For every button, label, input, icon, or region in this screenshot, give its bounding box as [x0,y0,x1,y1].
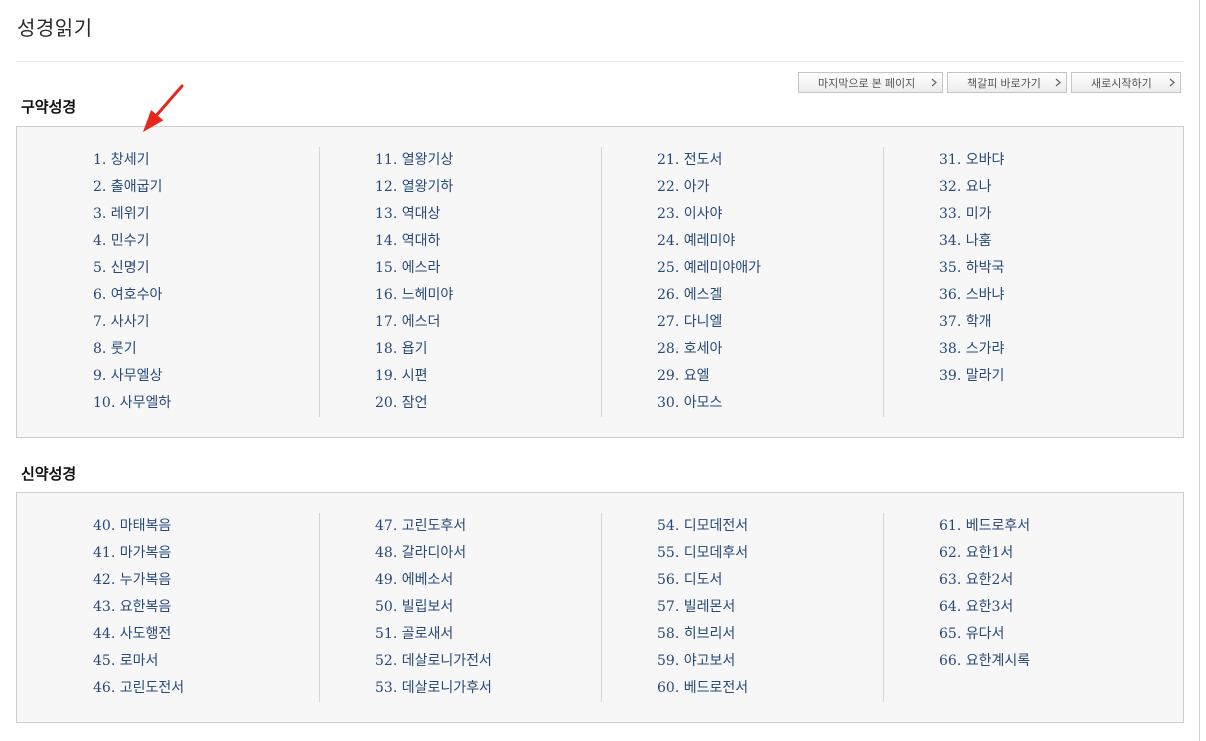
book-column: 1. 창세기 2. 출애굽기 3. 레위기 4. 민수기 5. 신명기 6. 여호수아 7.… [37,147,319,417]
book-link[interactable]: 58. 히브리서 [657,621,883,648]
button-label: 책갈피 바로가기 [967,77,1041,90]
book-link[interactable]: 37. 학개 [939,309,1165,336]
book-link[interactable]: 38. 스가랴 [939,336,1165,363]
book-link[interactable]: 36. 스바냐 [939,282,1165,309]
title-divider [16,61,1184,62]
book-link[interactable]: 5. 신명기 [93,255,319,282]
chevron-right-icon [931,78,937,87]
book-link[interactable]: 22. 아가 [657,174,883,201]
book-link[interactable]: 33. 미가 [939,201,1165,228]
book-link[interactable]: 42. 누가복음 [93,567,319,594]
restart-button[interactable]: 새로시작하기 [1071,72,1181,93]
book-link[interactable]: 54. 디모데전서 [657,513,883,540]
book-link[interactable]: 31. 오바댜 [939,147,1165,174]
book-link[interactable]: 16. 느헤미야 [375,282,601,309]
book-link[interactable]: 29. 요엘 [657,363,883,390]
book-link[interactable]: 6. 여호수아 [93,282,319,309]
book-link[interactable]: 28. 호세아 [657,336,883,363]
red-arrow-icon [143,84,184,132]
book-link[interactable]: 65. 유다서 [939,621,1165,648]
book-link[interactable]: 15. 에스라 [375,255,601,282]
book-link[interactable]: 13. 역대상 [375,201,601,228]
chevron-right-icon [1055,78,1061,87]
book-link[interactable]: 19. 시편 [375,363,601,390]
book-link[interactable]: 27. 다니엘 [657,309,883,336]
book-link[interactable]: 44. 사도행전 [93,621,319,648]
book-link[interactable]: 9. 사무엘상 [93,363,319,390]
book-link[interactable]: 3. 레위기 [93,201,319,228]
reading-toolbar: 마지막으로 본 페이지 책갈피 바로가기 새로시작하기 [798,72,1181,93]
book-link[interactable]: 10. 사무엘하 [93,390,319,417]
book-link[interactable]: 61. 베드로후서 [939,513,1165,540]
book-link[interactable]: 7. 사사기 [93,309,319,336]
book-columns: 40. 마태복음 41. 마가복음 42. 누가복음 43. 요한복음 44. 사도행전… [37,513,1183,702]
last-viewed-page-button[interactable]: 마지막으로 본 페이지 [798,72,943,93]
book-column: 61. 베드로후서 62. 요한1서 63. 요한2서 64. 요한3서 65. 유다서… [883,513,1165,702]
book-link[interactable]: 56. 디도서 [657,567,883,594]
book-link[interactable]: 12. 열왕기하 [375,174,601,201]
book-link[interactable]: 57. 빌레몬서 [657,594,883,621]
book-column: 54. 디모데전서 55. 디모데후서 56. 디도서 57. 빌레몬서 58. 히브리… [601,513,883,702]
book-link[interactable]: 26. 에스겔 [657,282,883,309]
book-link[interactable]: 40. 마태복음 [93,513,319,540]
old-testament-heading: 구약성경 [21,99,77,116]
book-link[interactable]: 2. 출애굽기 [93,174,319,201]
book-link[interactable]: 30. 아모스 [657,390,883,417]
book-link[interactable]: 4. 민수기 [93,228,319,255]
go-to-bookmark-button[interactable]: 책갈피 바로가기 [947,72,1067,93]
book-link[interactable]: 39. 말라기 [939,363,1165,390]
book-link[interactable]: 32. 요나 [939,174,1165,201]
book-link[interactable]: 14. 역대하 [375,228,601,255]
book-link[interactable]: 34. 나훔 [939,228,1165,255]
book-link[interactable]: 50. 빌립보서 [375,594,601,621]
button-label: 새로시작하기 [1091,77,1152,90]
old-testament-book-list: 1. 창세기 2. 출애굽기 3. 레위기 4. 민수기 5. 신명기 6. 여호수아 7.… [16,126,1184,438]
book-column: 40. 마태복음 41. 마가복음 42. 누가복음 43. 요한복음 44. 사도행전… [37,513,319,702]
book-link[interactable]: 52. 데살로니가전서 [375,648,601,675]
book-link[interactable]: 18. 욥기 [375,336,601,363]
book-column: 31. 오바댜 32. 요나 33. 미가 34. 나훔 35. 하박국 36. 스바냐 3… [883,147,1165,417]
book-link[interactable]: 53. 데살로니가후서 [375,675,601,702]
button-label: 마지막으로 본 페이지 [818,77,916,90]
book-link[interactable]: 25. 예레미야애가 [657,255,883,282]
book-column: 11. 열왕기상 12. 열왕기하 13. 역대상 14. 역대하 15. 에스라 16.… [319,147,601,417]
book-link[interactable]: 66. 요한계시록 [939,648,1165,675]
book-link[interactable]: 64. 요한3서 [939,594,1165,621]
book-link[interactable]: 63. 요한2서 [939,567,1165,594]
book-columns: 1. 창세기 2. 출애굽기 3. 레위기 4. 민수기 5. 신명기 6. 여호수아 7.… [37,147,1183,417]
book-link[interactable]: 8. 룻기 [93,336,319,363]
book-link[interactable]: 1. 창세기 [93,147,319,174]
book-link[interactable]: 62. 요한1서 [939,540,1165,567]
book-link[interactable]: 23. 이사야 [657,201,883,228]
book-column: 21. 전도서 22. 아가 23. 이사야 24. 예레미야 25. 예레미야애가 26… [601,147,883,417]
chevron-right-icon [1169,78,1175,87]
book-link[interactable]: 46. 고린도전서 [93,675,319,702]
book-link[interactable]: 35. 하박국 [939,255,1165,282]
book-link[interactable]: 55. 디모데후서 [657,540,883,567]
page-right-border [1199,0,1200,741]
book-link[interactable]: 48. 갈라디아서 [375,540,601,567]
book-link[interactable]: 24. 예레미야 [657,228,883,255]
book-link[interactable]: 45. 로마서 [93,648,319,675]
book-link[interactable]: 11. 열왕기상 [375,147,601,174]
book-link[interactable]: 41. 마가복음 [93,540,319,567]
book-link[interactable]: 21. 전도서 [657,147,883,174]
book-link[interactable]: 60. 베드로전서 [657,675,883,702]
book-column: 47. 고린도후서 48. 갈라디아서 49. 에베소서 50. 빌립보서 51. 골로… [319,513,601,702]
new-testament-book-list: 40. 마태복음 41. 마가복음 42. 누가복음 43. 요한복음 44. 사도행전… [16,492,1184,723]
book-link[interactable]: 20. 잠언 [375,390,601,417]
new-testament-heading: 신약성경 [21,466,77,483]
book-link[interactable]: 43. 요한복음 [93,594,319,621]
book-link[interactable]: 59. 야고보서 [657,648,883,675]
page-title: 성경읽기 [17,18,93,40]
book-link[interactable]: 51. 골로새서 [375,621,601,648]
book-link[interactable]: 47. 고린도후서 [375,513,601,540]
book-link[interactable]: 17. 에스더 [375,309,601,336]
book-link[interactable]: 49. 에베소서 [375,567,601,594]
